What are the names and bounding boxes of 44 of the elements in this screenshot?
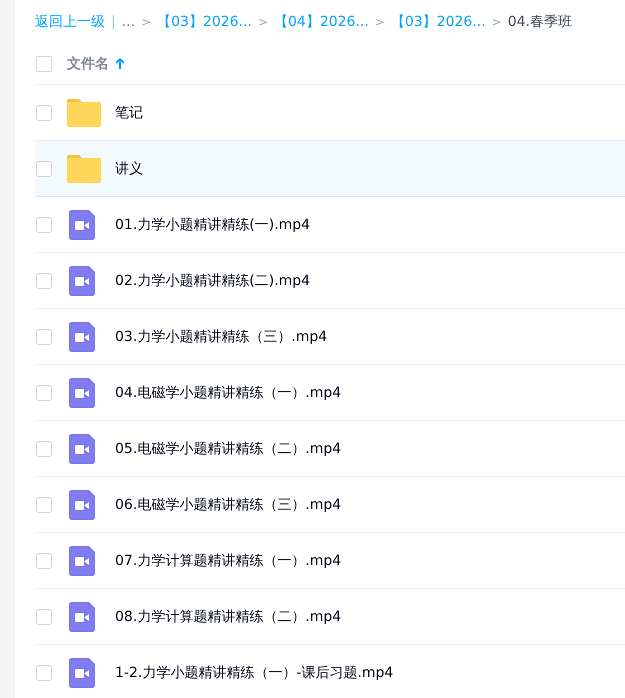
- path-separator: >: [492, 15, 502, 29]
- file-name[interactable]: 03.力学小题精讲精练（三）.mp4: [115, 328, 328, 346]
- row-checkbox[interactable]: [36, 552, 52, 568]
- file-row[interactable]: 07.力学计算题精讲精练（一）.mp4: [35, 533, 625, 589]
- file-row[interactable]: 01.力学小题精讲精练(一).mp4: [35, 197, 625, 253]
- folder-icon: [67, 154, 101, 184]
- file-name[interactable]: 08.力学计算题精讲精练（二）.mp4: [115, 608, 342, 626]
- file-row[interactable]: 08.力学计算题精讲精练（二）.mp4: [35, 589, 625, 645]
- row-checkbox[interactable]: [36, 272, 52, 288]
- row-checkbox[interactable]: [36, 328, 52, 344]
- row-checkbox[interactable]: [36, 104, 52, 120]
- row-checkbox[interactable]: [36, 384, 52, 400]
- row-checkbox[interactable]: [36, 216, 52, 232]
- file-name[interactable]: 02.力学小题精讲精练(二).mp4: [115, 272, 310, 290]
- file-name[interactable]: 01.力学小题精讲精练(一).mp4: [115, 216, 310, 234]
- select-all-checkbox[interactable]: [36, 56, 52, 72]
- file-row[interactable]: 05.电磁学小题精讲精练（二）.mp4: [35, 421, 625, 477]
- file-row[interactable]: 1-2.力学小题精讲精练（一）-课后习题.mp4: [35, 645, 625, 698]
- file-row[interactable]: 06.电磁学小题精讲精练（三）.mp4: [35, 477, 625, 533]
- sort-up-icon[interactable]: [115, 58, 125, 70]
- row-checkbox[interactable]: [36, 160, 52, 176]
- folder-icon: [67, 98, 101, 128]
- file-name[interactable]: 05.电磁学小题精讲精练（二）.mp4: [115, 440, 342, 458]
- column-header[interactable]: 文件名: [67, 55, 109, 73]
- file-row[interactable]: 02.力学小题精讲精练(二).mp4: [35, 253, 625, 309]
- file-row[interactable]: 03.力学小题精讲精练（三）.mp4: [35, 309, 625, 365]
- file-name[interactable]: 讲义: [115, 160, 143, 178]
- file-name[interactable]: 笔记: [115, 104, 143, 122]
- row-checkbox[interactable]: [36, 664, 52, 680]
- row-checkbox[interactable]: [36, 440, 52, 456]
- collapsed-path[interactable]: ...: [122, 14, 136, 30]
- current-folder: 04.春季班: [508, 13, 572, 31]
- file-name[interactable]: 04.电磁学小题精讲精练（一）.mp4: [115, 384, 342, 402]
- file-row[interactable]: 04.电磁学小题精讲精练（一）.mp4: [35, 365, 625, 421]
- path-separator: >: [141, 15, 152, 29]
- file-name[interactable]: 06.电磁学小题精讲精练（三）.mp4: [115, 496, 342, 514]
- row-checkbox[interactable]: [36, 608, 52, 624]
- file-row[interactable]: 讲义: [35, 141, 625, 197]
- file-name[interactable]: 07.力学计算题精讲精练（一）.mp4: [115, 552, 342, 570]
- path-separator: >: [258, 15, 268, 29]
- file-name[interactable]: 1-2.力学小题精讲精练（一）-课后习题.mp4: [115, 664, 394, 682]
- row-checkbox[interactable]: [36, 496, 52, 512]
- path-separator: >: [374, 15, 385, 29]
- divider: |: [111, 14, 116, 30]
